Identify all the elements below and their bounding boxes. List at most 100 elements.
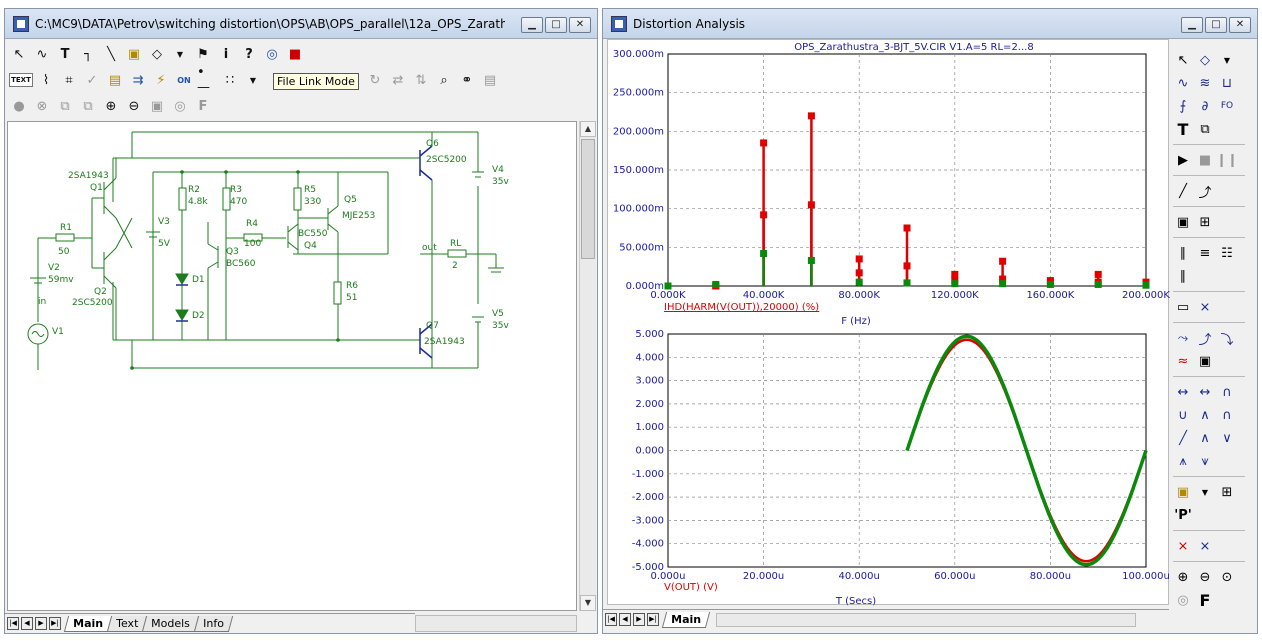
derivative-icon[interactable]: ∂ — [1195, 96, 1215, 116]
bottom-icon[interactable]: ∨ — [1217, 428, 1237, 448]
probe-icon[interactable]: ◎ — [262, 44, 282, 64]
tag-icon[interactable]: ⩚ — [1173, 451, 1193, 471]
text-tool-icon[interactable]: T — [1173, 119, 1193, 139]
rows-icon[interactable]: ≡ — [1195, 243, 1215, 263]
line-icon[interactable]: ╲ — [101, 44, 121, 64]
cancel-icon[interactable]: ⊗ — [32, 96, 52, 116]
minimize-button[interactable]: ▁ — [1181, 17, 1203, 33]
pause-icon[interactable]: ❙❙ — [1216, 150, 1238, 170]
rotate-icon[interactable]: ↻ — [365, 70, 385, 90]
minimize-button[interactable]: ▁ — [521, 17, 543, 33]
pvar-icon[interactable]: 'P' — [1173, 505, 1193, 525]
schematic-canvas[interactable]: 2SA1943 Q1 Q2 2SC5200 R1 50 V2 59mv in V… — [7, 121, 577, 611]
scale-icon[interactable]: ▭ — [1173, 297, 1193, 317]
scroll-down-button[interactable]: ▼ — [580, 595, 596, 611]
scroll-thumb[interactable] — [581, 139, 595, 259]
mirror-icon[interactable]: ⇅ — [411, 70, 431, 90]
cursor-icon[interactable]: ⨯ — [1195, 297, 1215, 317]
max-icon[interactable]: ∩ — [1217, 405, 1237, 425]
schematic-title-bar[interactable]: C:\MC9\DATA\Petrov\switching distortion\… — [5, 9, 597, 39]
power-icon[interactable]: ⚡ — [151, 70, 171, 90]
binoculars-icon[interactable]: ⚭ — [457, 70, 477, 90]
scroll-up-button[interactable]: ▲ — [580, 121, 596, 137]
low-icon[interactable]: ∪ — [1173, 405, 1193, 425]
next-tab-button[interactable]: ▶ — [633, 613, 645, 626]
chevron-down-icon[interactable]: ▼ — [170, 44, 190, 64]
chevron-down-icon[interactable]: ▼ — [243, 70, 263, 90]
stop-icon[interactable]: ■ — [1195, 150, 1215, 170]
zoom-in-icon[interactable]: ⊕ — [1173, 567, 1193, 587]
waveform-icon[interactable]: ≋ — [1195, 73, 1215, 93]
rise-icon[interactable]: ╱ — [1173, 428, 1193, 448]
flip-icon[interactable]: ⇄ — [388, 70, 408, 90]
peak-icon[interactable]: ⤳ — [1173, 328, 1193, 348]
tab-models[interactable]: Models — [142, 615, 200, 632]
tag-point-icon[interactable]: ⩛ — [1195, 451, 1215, 471]
next-point-icon[interactable]: ↔ — [1173, 382, 1193, 402]
flag-icon[interactable]: ⚑ — [193, 44, 213, 64]
copy-icon[interactable]: ⧉ — [55, 96, 75, 116]
analysis-title-bar[interactable]: Distortion Analysis ▁ □ ✕ — [603, 9, 1257, 39]
slope-icon[interactable]: ⤵ — [1217, 328, 1237, 348]
tab-text[interactable]: Text — [106, 615, 148, 632]
select-arrow-icon[interactable]: ↖ — [1173, 50, 1193, 70]
component-icon[interactable]: ▣ — [124, 44, 144, 64]
numeric-icon[interactable]: ⊞ — [1217, 482, 1237, 502]
prev-tab-button[interactable]: ◀ — [619, 613, 631, 626]
palette-icon[interactable]: ◎ — [1173, 590, 1193, 610]
next-tab-button[interactable]: ▶ — [35, 617, 47, 630]
measure-icon[interactable]: ≈ — [1173, 351, 1193, 371]
voltage-icon[interactable]: ▤ — [105, 70, 125, 90]
zoom-out-icon[interactable]: ⊖ — [1195, 567, 1215, 587]
info-icon[interactable]: i — [216, 44, 236, 64]
close-button[interactable]: ✕ — [569, 17, 591, 33]
first-tab-button[interactable]: |◀ — [7, 617, 19, 630]
last-tab-button[interactable]: ▶| — [49, 617, 61, 630]
first-tab-button[interactable]: |◀ — [605, 613, 617, 626]
columns-icon[interactable]: ∥ — [1173, 243, 1193, 263]
shape-icon[interactable]: ◇ — [147, 44, 167, 64]
cursor-left-icon[interactable]: ⨯ — [1173, 536, 1193, 556]
tab-main[interactable]: Main — [63, 615, 113, 632]
paste-icon[interactable]: ⧉ — [78, 96, 98, 116]
file-link-icon[interactable]: ■ — [285, 44, 305, 64]
table-icon[interactable]: ⊞ — [1195, 212, 1215, 232]
valley-icon[interactable]: ⤴ — [1195, 328, 1215, 348]
zoom-out-icon[interactable]: ⊖ — [124, 96, 144, 116]
points-icon[interactable]: ⤴ — [1195, 181, 1215, 201]
text-mode-button[interactable]: TEXT — [9, 73, 33, 87]
select-arrow-icon[interactable]: ↖ — [9, 44, 29, 64]
line-icon[interactable]: ╱ — [1173, 181, 1193, 201]
zoom-tool-icon[interactable]: ◇ — [1195, 50, 1215, 70]
close-button[interactable]: ✕ — [1229, 17, 1251, 33]
analysis-horizontal-scrollbar[interactable] — [715, 612, 1136, 627]
schematic-horizontal-scrollbar[interactable] — [415, 615, 577, 632]
find-icon[interactable]: ⌕ — [434, 70, 454, 90]
zoom-in-icon[interactable]: ⊕ — [101, 96, 121, 116]
current-icon[interactable]: ⇉ — [128, 70, 148, 90]
top-icon[interactable]: ∧ — [1195, 428, 1215, 448]
check-icon[interactable]: ✓ — [82, 70, 102, 90]
tab-main[interactable]: Main — [661, 611, 711, 628]
attribute-icon[interactable]: ⌇ — [36, 70, 56, 90]
help-icon[interactable]: ? — [239, 44, 259, 64]
wire-icon[interactable]: ∿ — [32, 44, 52, 64]
graph-icon[interactable]: ▣ — [1173, 212, 1193, 232]
maximize-button[interactable]: □ — [1205, 17, 1227, 33]
on-state-icon[interactable]: ON — [174, 70, 194, 90]
curve-icon[interactable]: ⨍ — [1173, 96, 1193, 116]
inflection-icon[interactable]: ∧ — [1195, 405, 1215, 425]
grid-icon[interactable]: ☷ — [1217, 243, 1237, 263]
font-icon[interactable]: F — [193, 96, 213, 116]
grid-icon[interactable]: ∷ — [220, 70, 240, 90]
scope-icon[interactable]: ∿ — [1173, 73, 1193, 93]
plot-area[interactable]: OPS_Zarathustra_3-BJT_5V.CIR V1.A=5 RL=2… — [607, 39, 1170, 607]
split-icon[interactable]: ∥ — [1173, 266, 1193, 286]
maximize-button[interactable]: □ — [545, 17, 567, 33]
node-number-icon[interactable]: ⌗ — [59, 70, 79, 90]
chevron-down-icon[interactable]: ▼ — [1217, 50, 1237, 70]
chevron-down-icon[interactable]: ▼ — [1195, 482, 1215, 502]
prev-point-icon[interactable]: ↔ — [1195, 382, 1215, 402]
cursor-right-icon[interactable]: ⨯ — [1195, 536, 1215, 556]
palette-icon[interactable]: ◎ — [170, 96, 190, 116]
